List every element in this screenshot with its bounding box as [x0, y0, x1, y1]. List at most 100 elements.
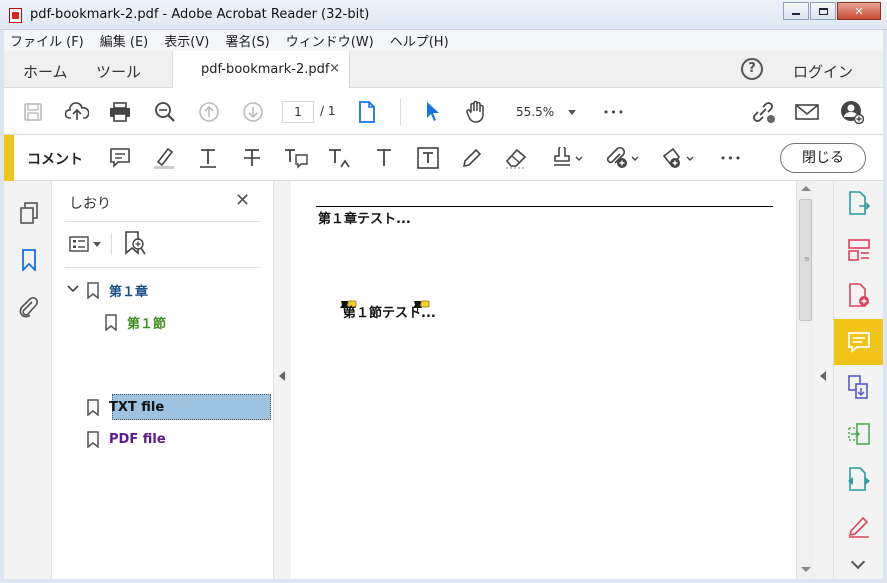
insert-text-icon[interactable]: [327, 145, 353, 171]
comment-toolbar: コメント ••• 閉じる: [4, 135, 883, 181]
tab-document[interactable]: pdf-bookmark-2.pdf ×: [172, 51, 350, 88]
upload-icon[interactable]: [64, 99, 90, 125]
new-bookmark-icon[interactable]: [123, 231, 147, 257]
bookmarks-panel-title: しおり: [69, 196, 111, 212]
bookmark-options-button[interactable]: [69, 233, 105, 255]
share-link-icon[interactable]: [751, 99, 777, 125]
highlight-icon[interactable]: [151, 145, 177, 171]
scrollbar-thumb[interactable]: ≡: [799, 199, 812, 321]
pencil-icon[interactable]: [459, 145, 485, 171]
export-pdf-icon[interactable]: [834, 181, 883, 227]
attach-file-icon[interactable]: [604, 145, 640, 171]
previous-page-icon[interactable]: [196, 99, 222, 125]
edit-pdf-icon[interactable]: [834, 457, 883, 503]
grip-icon: ≡: [804, 255, 810, 263]
zoom-search-icon[interactable]: [152, 99, 178, 125]
tab-home[interactable]: ホーム: [23, 61, 68, 82]
page-thumbnails-icon[interactable]: [17, 201, 41, 225]
sticky-note-icon[interactable]: [107, 145, 133, 171]
zoom-select[interactable]: 55.5%: [510, 101, 578, 123]
eraser-icon[interactable]: [503, 145, 529, 171]
main-toolbar: 1 / 1 55.5% •••: [4, 88, 883, 135]
menu-help[interactable]: ヘルプ(H): [390, 31, 449, 50]
document-heading: 第１章テスト...: [318, 212, 411, 227]
bookmarks-panel: しおり ✕ 第１章 第１節 TXT file PDF file: [53, 181, 273, 579]
bookmark-icon: [87, 430, 99, 448]
maximize-icon: [818, 7, 828, 15]
text-box-icon[interactable]: [415, 145, 441, 171]
comment-icon[interactable]: [834, 319, 883, 365]
minimize-button[interactable]: [783, 2, 809, 20]
maximize-button[interactable]: [810, 2, 836, 20]
page-icon[interactable]: [354, 99, 380, 125]
bookmark-icon: [105, 313, 117, 331]
hand-icon[interactable]: [463, 99, 489, 125]
menu-view[interactable]: 表示(V): [164, 31, 209, 50]
list-options-icon: [69, 236, 89, 252]
options-separator: [111, 233, 112, 255]
bookmarks-icon[interactable]: [17, 248, 41, 272]
window-title: pdf-bookmark-2.pdf - Adobe Acrobat Reade…: [30, 7, 370, 22]
help-icon[interactable]: ?: [741, 58, 763, 80]
chevron-down-icon[interactable]: [850, 554, 866, 570]
organize-pages-icon[interactable]: [834, 227, 883, 273]
print-icon[interactable]: [107, 99, 133, 125]
title-bar: pdf-bookmark-2.pdf - Adobe Acrobat Reade…: [0, 0, 887, 30]
chevron-down-icon: [568, 110, 576, 115]
zoom-value: 55.5%: [516, 105, 555, 119]
bookmark-item-pdf-file[interactable]: PDF file: [87, 426, 166, 452]
email-icon[interactable]: [794, 99, 820, 125]
heading-rule: [316, 206, 773, 207]
attachments-icon[interactable]: [17, 295, 41, 319]
comment-pin-icon[interactable]: [412, 300, 430, 314]
strikethrough-icon[interactable]: [239, 145, 265, 171]
create-pdf-icon[interactable]: [834, 273, 883, 319]
tab-tools[interactable]: ツール: [96, 61, 141, 82]
menu-window[interactable]: ウィンドウ(W): [286, 31, 374, 50]
collapse-panel-icon[interactable]: [279, 371, 285, 381]
page-number-input[interactable]: 1: [282, 101, 314, 123]
chevron-down-icon: [93, 241, 101, 247]
save-icon[interactable]: [20, 99, 46, 125]
panel-splitter[interactable]: [273, 181, 291, 579]
bookmark-label: 第１節: [127, 316, 167, 332]
close-window-button[interactable]: ✕: [837, 2, 881, 20]
menu-sign[interactable]: 署名(S): [225, 31, 269, 50]
expand-tools-icon[interactable]: [820, 371, 826, 381]
bookmark-item-chapter-1[interactable]: 第１章: [67, 277, 148, 303]
menu-file[interactable]: ファイル (F): [10, 31, 84, 50]
login-link[interactable]: ログイン: [793, 61, 853, 82]
bookmark-label: 第１章: [109, 284, 149, 300]
underline-icon[interactable]: [195, 145, 221, 171]
replace-text-icon[interactable]: [283, 145, 309, 171]
add-user-icon[interactable]: [839, 99, 865, 125]
right-panel-splitter[interactable]: [814, 181, 833, 579]
close-panel-icon[interactable]: ✕: [235, 190, 250, 211]
scroll-down-icon[interactable]: [801, 567, 811, 572]
scroll-up-icon[interactable]: [801, 186, 811, 191]
select-pointer-icon[interactable]: [420, 99, 446, 125]
add-text-icon[interactable]: [371, 145, 397, 171]
stamp-icon[interactable]: [549, 145, 585, 171]
menu-bar: ファイル (F) 編集 (E) 表示(V) 署名(S) ウィンドウ(W) ヘルプ…: [4, 30, 883, 51]
comment-toolbar-title: コメント: [27, 152, 83, 168]
close-comment-button[interactable]: 閉じる: [780, 143, 866, 173]
more-icon[interactable]: •••: [718, 145, 744, 171]
left-navigation-rail: [4, 181, 52, 579]
bookmark-item-txt-file[interactable]: TXT file: [87, 394, 164, 420]
chevron-down-icon[interactable]: [67, 284, 79, 296]
panel-divider: [65, 267, 261, 268]
document-view[interactable]: 第１章テスト... 第１節テスト...: [291, 181, 796, 579]
shapes-icon[interactable]: [660, 145, 696, 171]
close-icon: ✕: [854, 4, 864, 18]
vertical-scrollbar[interactable]: ≡: [796, 181, 814, 579]
next-page-icon[interactable]: [240, 99, 266, 125]
minimize-icon: [792, 13, 800, 15]
bookmark-item-section-1[interactable]: 第１節: [105, 309, 166, 335]
more-icon[interactable]: •••: [601, 99, 627, 125]
fill-sign-icon[interactable]: [834, 503, 883, 549]
close-tab-icon[interactable]: ×: [329, 61, 340, 76]
compress-icon[interactable]: [834, 411, 883, 457]
combine-files-icon[interactable]: [834, 365, 883, 411]
menu-edit[interactable]: 編集 (E): [100, 31, 149, 50]
